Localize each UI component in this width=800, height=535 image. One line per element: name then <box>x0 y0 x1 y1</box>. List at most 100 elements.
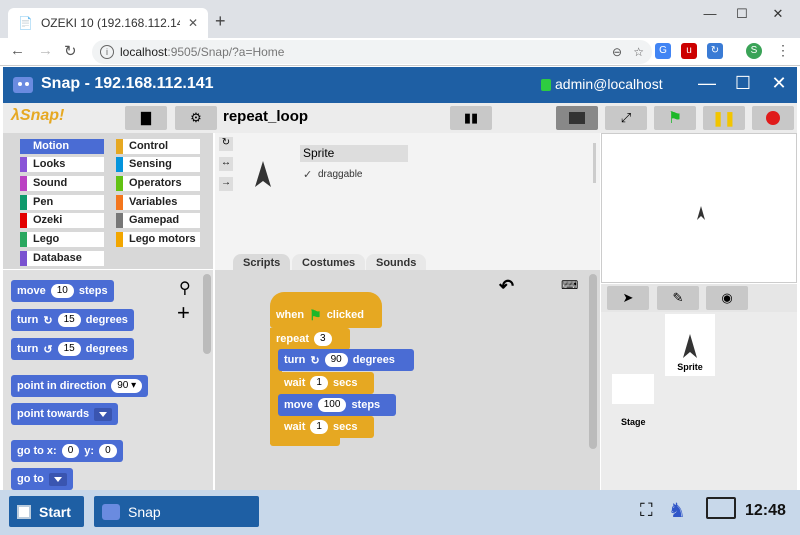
block-turn-right[interactable]: turn ↻ 15 degrees <box>11 309 134 331</box>
reload-icon[interactable]: ↻ <box>64 42 77 60</box>
sprite-bar-scrollbar[interactable] <box>593 143 596 183</box>
ozeki-maximize-button[interactable]: ☐ <box>733 73 753 94</box>
category-lego-motors[interactable]: Lego motors <box>116 232 200 247</box>
block-turn[interactable]: turn ↻ 90 degrees <box>278 349 414 371</box>
user-label[interactable]: admin@localhost <box>555 76 663 92</box>
browser-tab[interactable]: 📄 OZEKI 10 (192.168.112.141) ✕ <box>8 8 208 38</box>
category-looks[interactable]: Looks <box>20 157 104 172</box>
sprite-name-field[interactable]: Sprite <box>300 145 408 162</box>
category-lego[interactable]: Lego <box>20 232 104 247</box>
block-when-flag-clicked[interactable]: when ⚑ clicked <box>270 304 382 326</box>
category-database[interactable]: Database <box>20 251 104 266</box>
category-variables[interactable]: Variables <box>116 195 200 210</box>
back-icon[interactable]: ← <box>10 42 25 59</box>
sprite-icon[interactable]: Sprite <box>665 314 715 376</box>
green-flag-button[interactable]: ⚑ <box>654 106 696 130</box>
translate-extension-icon[interactable]: G <box>655 43 671 59</box>
block-repeat[interactable]: repeat 3 <box>270 328 350 350</box>
scripts-scrollbar[interactable] <box>589 274 597 449</box>
block-move[interactable]: move 100 steps <box>278 394 396 416</box>
rotate-leftright-icon[interactable]: ↔ <box>219 157 233 171</box>
network-icon[interactable]: ⛶ <box>640 500 653 521</box>
keyboard-icon[interactable]: ⌨ <box>561 278 578 292</box>
forward-icon[interactable]: → <box>38 42 53 59</box>
category-pen[interactable]: Pen <box>20 195 104 210</box>
category-motion[interactable]: Motion <box>20 139 104 154</box>
footprints-button[interactable]: ▮▮ <box>450 106 492 130</box>
clock[interactable]: 12:48 <box>745 502 786 520</box>
block-go-to[interactable]: go to <box>11 468 73 490</box>
no-rotate-icon[interactable]: → <box>219 177 233 191</box>
block-go-to-xy[interactable]: go to x: 0 y: 0 <box>11 440 123 462</box>
block-input[interactable]: 1 <box>310 420 328 434</box>
block-input[interactable]: 90 ▾ <box>111 379 143 393</box>
settings-button[interactable]: ⚙ <box>175 106 217 130</box>
block-input[interactable]: 3 <box>314 332 332 346</box>
block-move[interactable]: move 10 steps <box>11 280 114 302</box>
ublock-extension-icon[interactable]: u <box>681 43 697 59</box>
scripts-area[interactable]: ↶ ⌨ when ⚑ clicked repeat 3 turn ↻ 90 degrees … <box>215 270 600 490</box>
dropdown-icon[interactable] <box>94 407 113 421</box>
file-menu-button[interactable]: ▇ <box>125 106 167 130</box>
snap-taskbar-item[interactable]: Snap <box>94 496 259 527</box>
add-block-icon[interactable]: + <box>177 300 190 326</box>
camera-sprite-button[interactable]: ◉ <box>706 286 748 310</box>
start-button[interactable]: Start <box>9 496 84 527</box>
ozeki-close-button[interactable]: ✕ <box>769 73 789 94</box>
undo-icon[interactable]: ↶ <box>499 276 514 297</box>
block-point-in-direction[interactable]: point in direction 90 ▾ <box>11 375 149 397</box>
block-point-towards[interactable]: point towards <box>11 403 119 425</box>
block-input[interactable]: 90 <box>324 353 348 367</box>
ozeki-minimize-button[interactable]: — <box>697 73 717 94</box>
category-sound[interactable]: Sound <box>20 176 104 191</box>
maximize-button[interactable]: ☐ <box>732 6 752 22</box>
extension-icon[interactable]: ↻ <box>707 43 723 59</box>
pause-button[interactable]: ❚❚ <box>703 106 745 130</box>
stage-size-button[interactable] <box>556 106 598 130</box>
zoom-icon[interactable]: ⊖ <box>612 40 622 64</box>
search-icon[interactable]: ⚲ <box>179 278 191 298</box>
monitor-icon[interactable] <box>706 497 736 519</box>
block-wait[interactable]: wait 1 secs <box>278 416 374 438</box>
block-input[interactable]: 15 <box>57 342 81 356</box>
add-turtle-sprite-button[interactable]: ➤ <box>607 286 649 310</box>
fullscreen-button[interactable]: ⤢ <box>605 106 647 130</box>
block-input[interactable]: 0 <box>61 444 80 458</box>
menu-dots-icon[interactable]: ⋮ <box>776 42 790 59</box>
profile-avatar[interactable]: S <box>746 43 762 59</box>
snap-toolbar: λSnap! ▇ ⚙ repeat_loop ▮▮ ⤢ ⚑ ❚❚ <box>3 103 797 133</box>
minimize-button[interactable]: — <box>700 6 720 21</box>
block-input[interactable]: 100 <box>317 398 347 412</box>
category-sensing[interactable]: Sensing <box>116 157 200 172</box>
block-input[interactable]: 0 <box>99 444 117 458</box>
paint-sprite-button[interactable]: ✎ <box>657 286 699 310</box>
info-icon[interactable]: i <box>100 45 114 59</box>
block-input[interactable]: 15 <box>57 313 81 327</box>
category-operators[interactable]: Operators <box>116 176 200 191</box>
block-text: clicked <box>326 309 364 321</box>
dropdown-icon[interactable] <box>48 472 67 486</box>
category-ozeki[interactable]: Ozeki <box>20 213 104 228</box>
stage[interactable] <box>601 133 797 283</box>
url-field[interactable]: i localhost:9505/Snap/?a=Home ⊖ ☆ <box>92 40 652 64</box>
robot-dog-icon[interactable]: ♞ <box>668 498 686 523</box>
category-label: Motion <box>33 140 70 152</box>
palette-scrollbar[interactable] <box>203 274 211 354</box>
stop-button[interactable] <box>752 106 794 130</box>
block-input[interactable]: 1 <box>310 376 328 390</box>
rotate-free-icon[interactable]: ↻ <box>219 137 233 151</box>
draggable-checkbox[interactable]: ✓ <box>303 168 312 181</box>
category-gamepad[interactable]: Gamepad <box>116 213 200 228</box>
block-turn-left[interactable]: turn ↺ 15 degrees <box>11 338 134 360</box>
stage-sprite[interactable] <box>697 206 705 220</box>
block-wait[interactable]: wait 1 secs <box>278 372 374 394</box>
close-tab-icon[interactable]: ✕ <box>188 16 198 30</box>
category-control[interactable]: Control <box>116 139 200 154</box>
stage-icon[interactable] <box>612 374 654 404</box>
close-window-button[interactable]: ✕ <box>768 6 788 22</box>
block-input-value: 90 <box>117 380 129 391</box>
bookmark-star-icon[interactable]: ☆ <box>633 40 644 64</box>
block-input[interactable]: 10 <box>50 284 74 298</box>
snap-logo[interactable]: λSnap! <box>11 107 64 125</box>
new-tab-button[interactable]: + <box>215 11 226 32</box>
